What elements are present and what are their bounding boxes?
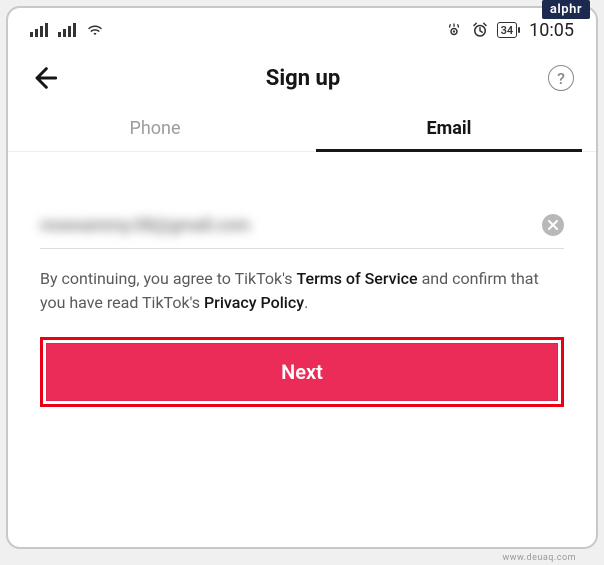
status-left [30, 23, 104, 37]
status-bar: 34 10:05 [8, 8, 596, 48]
clear-input-icon[interactable] [542, 214, 564, 236]
clock: 10:05 [529, 20, 574, 41]
tab-phone[interactable]: Phone [8, 104, 302, 151]
battery-icon: 34 [497, 22, 518, 38]
app-frame: 34 10:05 Sign up ? Phone Email rosesammy… [6, 6, 598, 549]
tab-email[interactable]: Email [302, 104, 596, 151]
nav-header: Sign up ? [8, 48, 596, 104]
email-field[interactable]: rosesammy.08@gmail.com [40, 215, 530, 235]
battery-level: 34 [501, 24, 514, 37]
back-icon[interactable] [30, 64, 58, 92]
next-button-highlight: Next [40, 337, 564, 407]
tabs: Phone Email [8, 104, 596, 152]
help-icon[interactable]: ? [548, 65, 574, 91]
form-area: rosesammy.08@gmail.com By continuing, yo… [8, 152, 596, 431]
legal-suffix: . [304, 293, 308, 312]
email-input-row: rosesammy.08@gmail.com [40, 214, 564, 249]
watermark-footer: www.deuaq.com [502, 553, 576, 563]
alarm-icon [471, 21, 489, 39]
privacy-link[interactable]: Privacy Policy [204, 293, 304, 312]
terms-link[interactable]: Terms of Service [297, 269, 418, 288]
status-right: 34 10:05 [445, 20, 574, 41]
next-button[interactable]: Next [46, 343, 558, 401]
signal-icon-2 [58, 23, 76, 37]
eye-icon [445, 21, 463, 39]
legal-text: By continuing, you agree to TikTok's Ter… [40, 267, 564, 315]
legal-prefix: By continuing, you agree to TikTok's [40, 269, 297, 288]
wifi-icon [86, 23, 104, 37]
page-title: Sign up [266, 66, 340, 91]
signal-icon-1 [30, 23, 48, 37]
watermark-badge: alphr [542, 0, 590, 19]
